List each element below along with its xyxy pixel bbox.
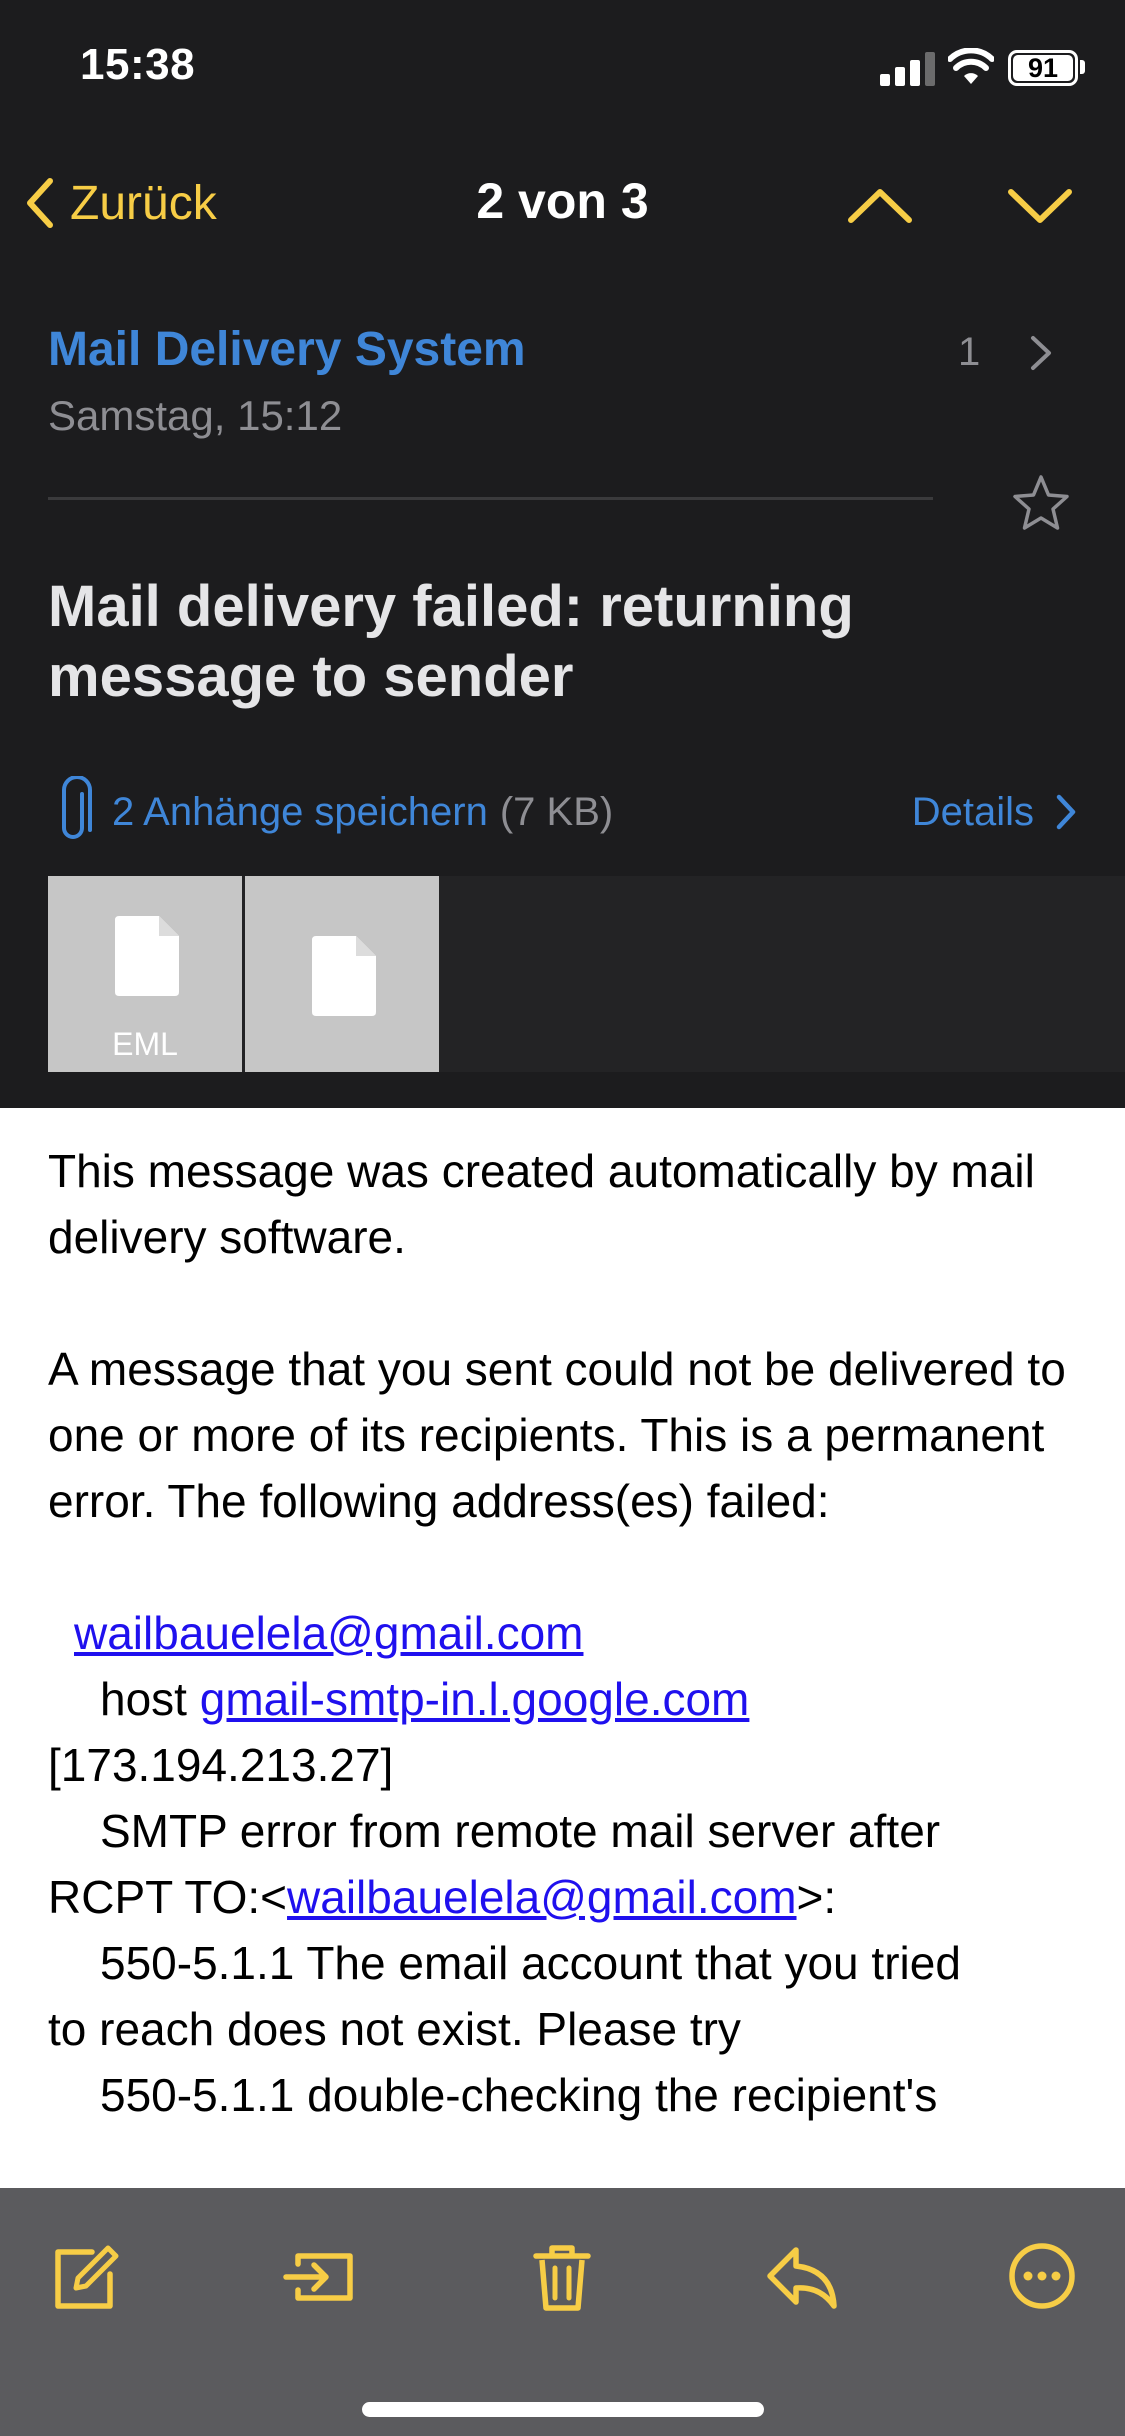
battery-icon: 91 — [1008, 50, 1078, 86]
error-line: 550-5.1.1 double-checking the recipient'… — [100, 2069, 938, 2121]
attachment-label: EML — [112, 1026, 178, 1062]
sent-date: Samstag, 15:12 — [48, 392, 343, 439]
attachments-size: (7 KB) — [499, 789, 614, 834]
document-icon — [312, 936, 376, 1016]
smtp-error-line: SMTP error from remote mail server after — [100, 1805, 941, 1857]
host-link[interactable]: gmail-smtp-in.l.google.com — [200, 1673, 750, 1725]
mail-header: Mail Delivery System Samstag, 15:12 1 Ma… — [0, 262, 1125, 1108]
attachment-tile[interactable] — [245, 876, 439, 1072]
mail-subject: Mail delivery failed: returning message … — [48, 574, 854, 709]
battery-nub — [1080, 60, 1085, 74]
previous-message-button[interactable] — [845, 170, 915, 240]
next-message-button[interactable] — [1005, 170, 1075, 240]
compose-icon — [55, 2245, 119, 2309]
body-paragraph: This message was created automatically b… — [48, 1145, 1035, 1263]
navigation-bar: Zurück 2 von 3 — [0, 150, 1125, 262]
error-line: to reach does not exist. Please try — [48, 2003, 741, 2055]
message-counter: 2 von 3 — [476, 173, 649, 229]
body-paragraph: A message that you sent could not be del… — [48, 1343, 1066, 1527]
wifi-icon — [948, 48, 994, 84]
mail-body[interactable]: This message was created automatically b… — [0, 1108, 1125, 2188]
thread-count[interactable]: 1 — [958, 330, 980, 375]
delete-button[interactable] — [522, 2236, 602, 2316]
paperclip-icon — [62, 776, 92, 839]
home-indicator[interactable] — [362, 2402, 764, 2417]
compose-button[interactable] — [46, 2236, 126, 2316]
trash-icon — [533, 2245, 591, 2311]
battery-level: 91 — [1013, 53, 1073, 83]
failed-address-link[interactable]: wailbauelela@gmail.com — [74, 1607, 583, 1659]
status-bar: 15:38 91 — [0, 0, 1125, 150]
document-icon — [115, 916, 179, 996]
cellular-signal-icon — [880, 52, 936, 86]
reply-button[interactable] — [762, 2236, 842, 2316]
star-icon[interactable] — [1010, 472, 1072, 534]
bottom-toolbar — [0, 2188, 1125, 2436]
attachment-tile-eml[interactable]: EML — [48, 876, 242, 1072]
move-to-folder-button[interactable] — [282, 2236, 362, 2316]
save-attachments-link[interactable]: 2 Anhänge speichern — [112, 790, 488, 835]
sender-name[interactable]: Mail Delivery System — [48, 322, 526, 377]
mail-body-text: This message was created automatically b… — [48, 1138, 1088, 2128]
ip-address: [173.194.213.27] — [48, 1739, 394, 1791]
attachment-row: 2 Anhänge speichern (7 KB) Details — [48, 772, 1078, 852]
status-time: 15:38 — [80, 40, 196, 89]
move-to-folder-icon — [283, 2253, 353, 2301]
details-button[interactable]: Details — [912, 772, 1078, 852]
details-label: Details — [911, 789, 1034, 834]
more-icon — [1009, 2243, 1075, 2309]
rcpt-suffix: >: — [796, 1871, 837, 1923]
attachment-strip: EML — [48, 876, 1125, 1072]
chevron-right-icon[interactable] — [1025, 332, 1057, 374]
rcpt-prefix: RCPT TO:< — [48, 1871, 288, 1923]
error-line: 550-5.1.1 The email account that you tri… — [100, 1937, 961, 1989]
more-button[interactable] — [1002, 2236, 1082, 2316]
rcpt-address-link[interactable]: wailbauelela@gmail.com — [287, 1871, 796, 1923]
header-divider — [48, 497, 933, 500]
chevron-right-icon — [1056, 794, 1076, 830]
reply-icon — [767, 2247, 837, 2309]
host-prefix: host — [100, 1673, 200, 1725]
